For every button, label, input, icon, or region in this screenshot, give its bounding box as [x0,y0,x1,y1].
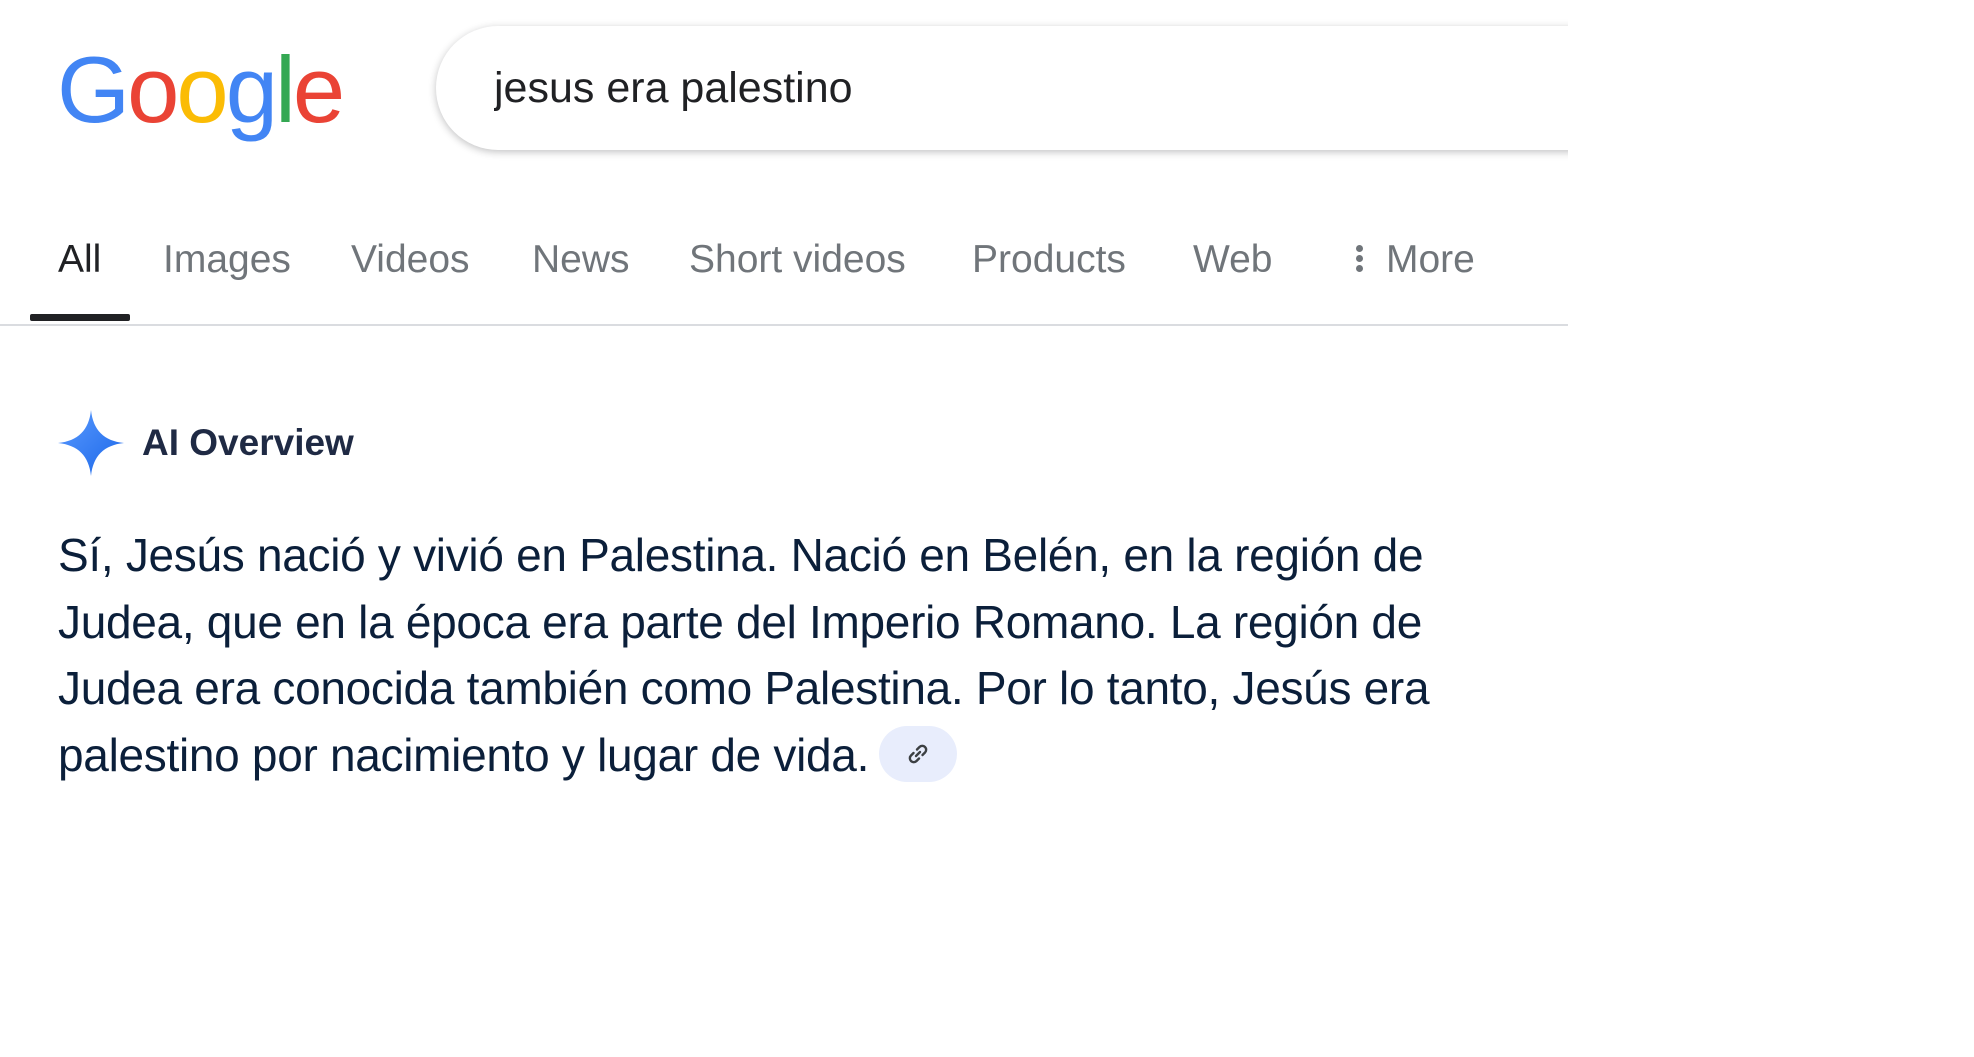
ai-overview-text: Sí, Jesús nació y vivió en Palestina. Na… [58,522,1498,788]
link-icon [908,745,928,764]
sparkle-icon [58,410,124,476]
tab-all[interactable]: All [58,238,101,282]
search-box[interactable] [436,26,1568,150]
logo-letter-e: e [292,37,345,142]
logo-letter-g: G [57,37,130,142]
logo-letter-g2: g [225,37,278,142]
tab-products[interactable]: Products [972,238,1126,282]
ai-overview-paragraph: Sí, Jesús nació y vivió en Palestina. Na… [58,529,1430,781]
tab-more[interactable]: More [1356,238,1475,282]
tab-images[interactable]: Images [163,238,291,282]
logo-letter-l: l [274,37,296,142]
logo-letter-o1: o [127,37,179,142]
tab-web[interactable]: Web [1193,238,1273,282]
tab-videos[interactable]: Videos [351,238,470,282]
tab-short-videos[interactable]: Short videos [689,238,906,282]
active-tab-indicator [30,314,130,321]
tab-news[interactable]: News [532,238,630,282]
more-vert-icon [1356,242,1364,275]
search-input[interactable] [494,26,1494,150]
source-link-button[interactable] [879,726,958,783]
logo-letter-o2: o [176,37,228,142]
tab-more-label: More [1386,238,1475,281]
ai-overview-title: AI Overview [142,422,354,463]
google-logo[interactable]: Google [57,37,345,142]
search-tabs: All Images Videos News Short videos Prod… [0,220,1568,326]
search-results-page: Google All Images Videos News Short vide… [0,0,1568,840]
